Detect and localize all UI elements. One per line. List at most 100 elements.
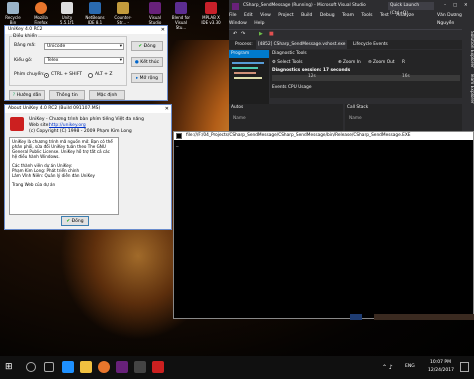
blend-icon (175, 2, 187, 14)
quick-launch-input[interactable]: Quick Launch (Ctrl+Q) (388, 2, 434, 16)
taskbar: ⊞ ⌃ ♪ ENG 10:07 PM 12/24/2017 (0, 356, 474, 379)
ket-thuc-button[interactable]: ● Kết thúc (131, 57, 163, 67)
autos-title: Autos (231, 105, 244, 110)
web-link[interactable]: http://unikey.org (49, 123, 86, 128)
console-taskbar-icon[interactable] (134, 361, 146, 373)
console-cursor[interactable]: _ (176, 141, 179, 147)
controls-group: Điều khiển Bảng mã: Unicode ▾ Kiểu gõ: Te… (9, 34, 127, 86)
vs-menubar: File Edit View Project Build Debug Team … (229, 12, 474, 26)
stop-icon[interactable]: ■ (269, 31, 274, 37)
autos-name-column[interactable]: Name (233, 116, 246, 121)
team-explorer-tab[interactable]: Team Explorer (469, 73, 474, 104)
reset-button[interactable]: R (402, 60, 405, 65)
web-label: Web site: (29, 123, 50, 128)
select-tools-button[interactable]: ⚙ Select Tools (272, 60, 302, 65)
kieu-go-select[interactable]: Telex ▾ (44, 57, 124, 64)
windows-start-icon[interactable]: ⊞ (5, 362, 13, 372)
process-select[interactable]: [4852] CSharp_SendMessage.vshost.exe (256, 40, 348, 49)
undo-icon[interactable]: ↶ (233, 31, 237, 37)
vs-toolbar: ↶ ↷ ▶ ■ (229, 29, 462, 39)
redo-icon[interactable]: ↷ (241, 31, 245, 37)
menu-team[interactable]: Team (342, 13, 354, 18)
check-icon: ✔ (138, 44, 143, 49)
menu-help[interactable]: Help (254, 21, 264, 26)
program-tab[interactable]: Program (229, 50, 269, 58)
counter-strike-icon (117, 2, 129, 14)
firefox-icon[interactable] (98, 361, 110, 373)
vs-title: CSharp_SendMessage (Running) - Microsoft… (243, 3, 366, 8)
timeline-tick-12s: 12s (308, 74, 316, 79)
code-line (232, 67, 258, 69)
clock-time[interactable]: 10:07 PM (430, 360, 451, 365)
chevron-down-icon: ▾ (119, 44, 122, 49)
dong-button[interactable]: ✔ Đóng (131, 41, 163, 51)
copyright-text: (c) Copyright (C) 1998 - 2009 Phạm Kim L… (29, 129, 132, 134)
close-icon[interactable]: ✕ (464, 0, 468, 12)
desktop-icon-mplab[interactable]: MPLAB X IDE v3.30 (200, 2, 222, 25)
radio-ctrl-shift[interactable] (44, 73, 49, 78)
edge-icon[interactable] (62, 361, 74, 373)
radio-alt-z-label: ALT + Z (95, 72, 113, 77)
diagnostic-tools-panel: Diagnostic Tools ⚙ Select Tools ⊕ Zoom I… (270, 50, 462, 98)
thumbnail-icon (350, 314, 362, 320)
process-label: Process: (235, 42, 253, 47)
thong-tin-button[interactable]: Thông tin (49, 90, 85, 100)
task-view-icon[interactable] (44, 362, 54, 372)
minimize-icon[interactable]: – (444, 0, 446, 12)
menu-tools[interactable]: Tools (361, 13, 372, 18)
desktop-icon-netbeans[interactable]: NetBeans IDE 8.1 (84, 2, 106, 25)
huong-dan-button[interactable]: ? Hướng dẫn (9, 90, 45, 100)
events-tab[interactable]: Events (272, 85, 287, 90)
menu-build[interactable]: Build (301, 13, 312, 18)
about-heading: UniKey - Chương trình bàn phím tiếng Việ… (29, 117, 144, 122)
clock-date[interactable]: 12/24/2017 (428, 368, 454, 373)
bang-ma-select[interactable]: Unicode ▾ (44, 43, 124, 50)
solution-explorer-tab[interactable]: Solution Explorer (469, 31, 474, 68)
group-label: Điều khiển (12, 34, 39, 39)
search-icon[interactable] (26, 362, 36, 372)
console-icon (176, 133, 182, 139)
desktop-icon-firefox[interactable]: Mozilla Firefox (30, 2, 52, 25)
call-stack-name-column[interactable]: Name (349, 116, 362, 121)
lifecycle-events[interactable]: Lifecycle Events (353, 40, 388, 49)
notification-icon[interactable] (460, 362, 469, 372)
license-textbox[interactable]: UniKey là chương trình mã nguồn mở. Bạn … (9, 137, 119, 215)
close-icon[interactable]: ✕ (165, 105, 169, 113)
kieu-go-label: Kiểu gõ: (14, 58, 33, 63)
help-icon: ? (12, 93, 16, 98)
timeline[interactable]: 12s 16s (272, 74, 460, 81)
zoom-out-button[interactable]: ⊖ Zoom Out (368, 60, 395, 65)
desktop-icon-recycle-bin[interactable]: Recycle Bin (2, 2, 24, 25)
menu-debug[interactable]: Debug (320, 13, 335, 18)
menu-view[interactable]: View (260, 13, 271, 18)
visual-studio-icon (232, 3, 239, 10)
language-indicator[interactable]: ENG (405, 364, 415, 369)
call-stack-panel: Call Stack Name (345, 104, 462, 133)
menu-file[interactable]: File (229, 13, 237, 18)
zoom-in-button[interactable]: ⊕ Zoom In (338, 60, 361, 65)
menu-window[interactable]: Window (229, 21, 247, 26)
menu-edit[interactable]: Edit (244, 13, 253, 18)
radio-alt-z[interactable] (88, 73, 93, 78)
about-title: About UniKey 4.0 RC2 (Build 091107.MS) (8, 106, 101, 111)
menu-test[interactable]: Test (380, 13, 389, 18)
close-icon[interactable]: ✕ (161, 26, 165, 34)
menu-analyze[interactable]: Analyze (396, 13, 414, 18)
thumbnail-preview (374, 314, 474, 320)
file-explorer-icon[interactable] (80, 361, 92, 373)
cpu-usage-tab[interactable]: CPU Usage (288, 85, 312, 90)
gear-icon: ⚙ (272, 60, 276, 65)
continue-icon[interactable]: ▶ (259, 31, 263, 37)
code-line (234, 77, 262, 79)
about-ok-button[interactable]: ✔ Đồng (61, 216, 89, 226)
zoom-out-icon: ⊖ (368, 60, 372, 65)
desktop-icon-blend[interactable]: Blend for Visual Stu... (170, 2, 192, 30)
mac-dinh-button[interactable]: Mặc định (89, 90, 125, 100)
menu-project[interactable]: Project (278, 13, 293, 18)
visual-studio-icon[interactable] (116, 361, 128, 373)
unikey-taskbar-icon[interactable] (152, 361, 164, 373)
mo-rong-button[interactable]: ▸ Mở rộng (131, 73, 163, 83)
system-tray-icons[interactable]: ⌃ ♪ (382, 364, 393, 371)
chevron-down-icon: ▾ (119, 58, 122, 63)
maximize-icon[interactable]: □ (453, 0, 457, 12)
